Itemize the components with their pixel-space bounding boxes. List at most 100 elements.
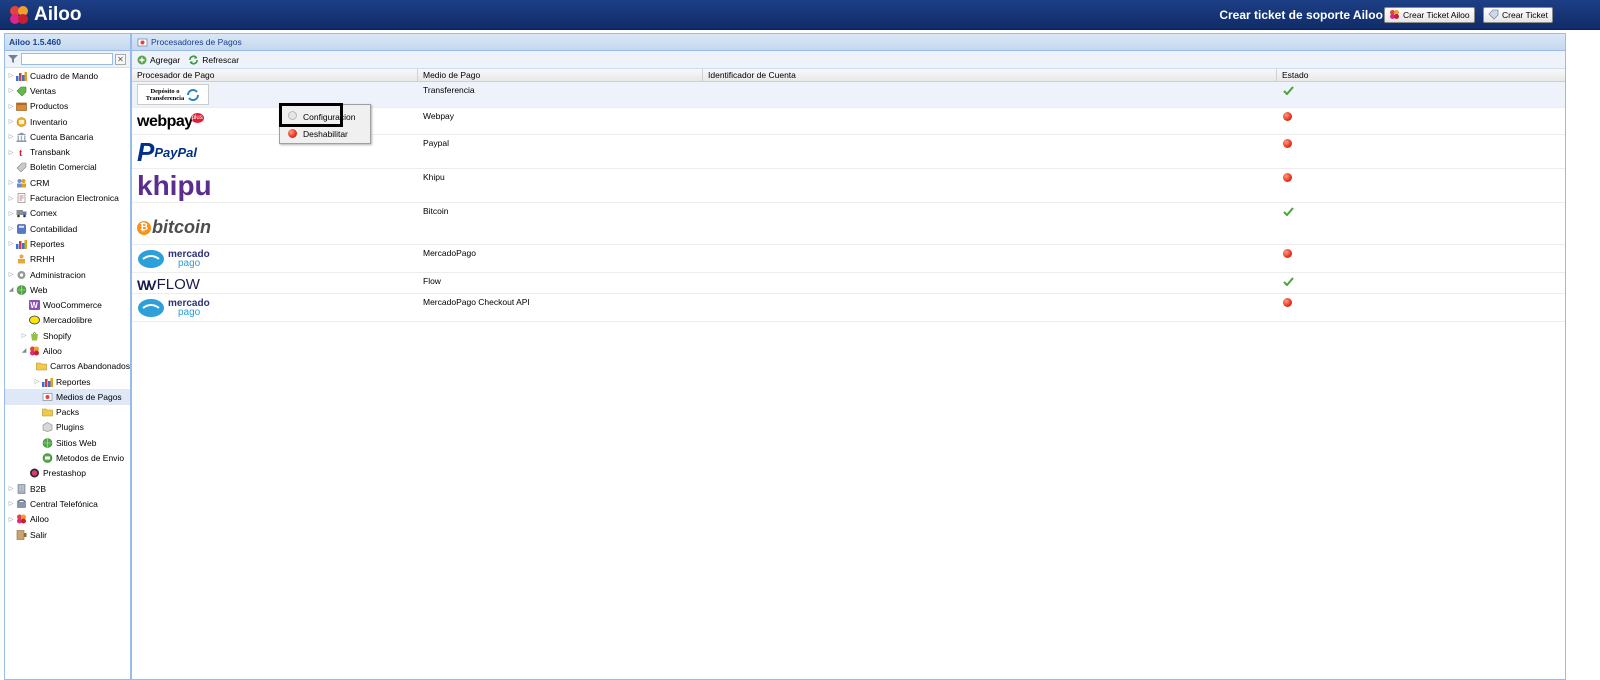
sidebar-item[interactable]: Mercadolibre bbox=[5, 313, 130, 328]
chart-icon bbox=[41, 376, 53, 387]
logo-text: pago bbox=[178, 307, 201, 318]
sidebar-item[interactable]: Packs bbox=[5, 405, 130, 420]
expand-arrow-icon[interactable]: ▷ bbox=[7, 485, 15, 492]
sidebar-item[interactable]: ▷ Reportes bbox=[5, 236, 130, 251]
expand-arrow-icon[interactable]: ▷ bbox=[7, 118, 15, 125]
support-title: Crear ticket de soporte Ailoo ☛ bbox=[1219, 8, 1397, 22]
logo-text: Transferencia bbox=[145, 94, 185, 102]
create-ticket-ailoo-button[interactable]: Crear Ticket Ailoo bbox=[1384, 7, 1475, 23]
column-header-status[interactable]: Estado bbox=[1277, 69, 1565, 82]
table-row[interactable]: mercado pago MercadoPago bbox=[132, 245, 1565, 273]
sidebar-item[interactable]: ▷ Cuadro de Mando bbox=[5, 68, 130, 83]
table-row[interactable]: ₿ bitcoin Bitcoin bbox=[132, 203, 1565, 245]
table-row[interactable]: khipu Khipu bbox=[132, 169, 1565, 203]
menu-item-deshabilitar[interactable]: Deshabilitar bbox=[281, 126, 369, 141]
sidebar-item-label: Ventas bbox=[30, 85, 56, 96]
add-button[interactable]: Agregar bbox=[137, 55, 180, 65]
table-row[interactable]: WV FLOW Flow bbox=[132, 273, 1565, 294]
sidebar-item-label: Reportes bbox=[56, 376, 91, 387]
sidebar-item-label: Ailoo bbox=[30, 514, 49, 525]
payment-method-cell: Khipu bbox=[423, 172, 445, 182]
sidebar-item[interactable]: ▷ Ailoo bbox=[5, 512, 130, 527]
expand-arrow-icon[interactable]: ▷ bbox=[7, 72, 15, 79]
sidebar-item[interactable]: ▷ Comex bbox=[5, 206, 130, 221]
collapse-arrow-icon[interactable]: ◢ bbox=[20, 347, 28, 354]
table-row[interactable]: mercado pago MercadoPago Checkout API bbox=[132, 294, 1565, 322]
disable-icon bbox=[288, 129, 297, 138]
sidebar-item[interactable]: ▷ Contabilidad bbox=[5, 221, 130, 236]
sidebar-item[interactable]: ▷ Central Telefónica bbox=[5, 496, 130, 511]
sidebar-item[interactable]: Sitios Web bbox=[5, 435, 130, 450]
sidebar-item-label: B2B bbox=[30, 483, 47, 494]
sidebar-item[interactable]: Boletin Comercial bbox=[5, 160, 130, 175]
sidebar-filter-input[interactable] bbox=[21, 53, 113, 65]
sidebar-item[interactable]: ▷ Inventario bbox=[5, 114, 130, 129]
sidebar-item-label: WooCommerce bbox=[43, 300, 102, 311]
sidebar-item[interactable]: Salir bbox=[5, 527, 130, 542]
expand-arrow-icon[interactable]: ▷ bbox=[7, 87, 15, 94]
ailoo-logo[interactable]: Ailoo bbox=[8, 3, 82, 27]
sidebar-item-label: Carros Abandonados bbox=[50, 361, 130, 372]
column-header-payment-method[interactable]: Medio de Pago bbox=[418, 69, 703, 82]
expand-arrow-icon[interactable]: ▷ bbox=[7, 103, 15, 110]
sidebar-item[interactable]: ▷ Productos bbox=[5, 99, 130, 114]
refresh-button[interactable]: Refrescar bbox=[188, 55, 239, 65]
sidebar-item[interactable]: ◢ Web bbox=[5, 282, 130, 297]
sidebar-item-label: Salir bbox=[30, 529, 48, 540]
sidebar-item[interactable]: Prestashop bbox=[5, 466, 130, 481]
expand-arrow-icon[interactable]: ▷ bbox=[7, 179, 15, 186]
sidebar-item-label: Metodos de Envio bbox=[56, 453, 125, 464]
sidebar-item[interactable]: ▷ Shopify bbox=[5, 328, 130, 343]
expand-arrow-icon[interactable]: ▷ bbox=[7, 240, 15, 247]
sidebar-item[interactable]: RRHH bbox=[5, 252, 130, 267]
column-header-processor[interactable]: Procesador de Pago bbox=[132, 69, 418, 82]
column-header-account-id[interactable]: Identificador de Cuenta bbox=[703, 69, 1277, 82]
sidebar-item[interactable]: ▷ t Transbank bbox=[5, 144, 130, 159]
expand-arrow-icon[interactable]: ▷ bbox=[7, 195, 15, 202]
expand-arrow-icon[interactable]: ▷ bbox=[7, 271, 15, 278]
sidebar-item[interactable]: ▷ Reportes bbox=[5, 374, 130, 389]
disabled-status-icon bbox=[1283, 249, 1292, 258]
logo-text: khipu bbox=[137, 170, 212, 201]
sidebar-item[interactable]: ▷ Facturacion Electronica bbox=[5, 190, 130, 205]
sidebar-item[interactable]: ▷ Administracion bbox=[5, 267, 130, 282]
sidebar-item[interactable]: ▷ Cuenta Bancaria bbox=[5, 129, 130, 144]
paypal-logo: P PayPal bbox=[137, 137, 197, 167]
filter-clear-icon[interactable]: ✕ bbox=[115, 53, 126, 65]
sidebar-item[interactable]: ▷ B2B bbox=[5, 481, 130, 496]
sidebar-item-label: Boletin Comercial bbox=[30, 162, 97, 173]
svg-text:t: t bbox=[19, 148, 23, 157]
expand-arrow-icon[interactable]: ▷ bbox=[7, 225, 15, 232]
globe-icon bbox=[41, 437, 53, 448]
expand-arrow-icon[interactable]: ▷ bbox=[7, 516, 15, 523]
payment-method-cell: Flow bbox=[423, 276, 441, 286]
collapse-arrow-icon[interactable]: ◢ bbox=[7, 286, 15, 293]
bitcoin-logo: ₿ bitcoin bbox=[137, 205, 211, 238]
logo-text: bitcoin bbox=[152, 217, 211, 237]
label-icon bbox=[15, 162, 27, 173]
filter-icon[interactable] bbox=[8, 54, 18, 64]
sidebar-item[interactable]: Metodos de Envio bbox=[5, 450, 130, 465]
create-ticket-button[interactable]: Crear Ticket bbox=[1483, 7, 1553, 23]
sidebar-item[interactable]: ◢ Ailoo bbox=[5, 343, 130, 358]
expand-arrow-icon[interactable]: ▷ bbox=[7, 133, 15, 140]
sidebar-item[interactable]: ▷ CRM bbox=[5, 175, 130, 190]
top-bar: Ailoo Crear ticket de soporte Ailoo ☛ Cr… bbox=[0, 0, 1600, 30]
mercadopago-logo: mercado pago bbox=[137, 247, 210, 269]
payment-method-cell: MercadoPago Checkout API bbox=[423, 297, 530, 307]
sidebar-item[interactable]: W WooCommerce bbox=[5, 297, 130, 312]
webpay-logo: webpay plus bbox=[137, 110, 204, 131]
sidebar: Ailoo 1.5.460 ✕ ▷ Cuadro de Mando ▷ Ventas ▷… bbox=[4, 33, 131, 680]
expand-arrow-icon[interactable]: ▷ bbox=[7, 149, 15, 156]
check-icon bbox=[1283, 277, 1294, 288]
sidebar-item[interactable]: ▷ Ventas bbox=[5, 83, 130, 98]
sidebar-item[interactable]: Carros Abandonados bbox=[5, 359, 130, 374]
sidebar-item[interactable]: Plugins bbox=[5, 420, 130, 435]
expand-arrow-icon[interactable]: ▷ bbox=[20, 332, 28, 339]
sidebar-item-label: RRHH bbox=[30, 254, 55, 265]
logo-text: Depósito o bbox=[150, 87, 180, 95]
expand-arrow-icon[interactable]: ▷ bbox=[33, 378, 41, 385]
expand-arrow-icon[interactable]: ▷ bbox=[7, 210, 15, 217]
sidebar-item[interactable]: Medios de Pagos bbox=[5, 389, 130, 405]
expand-arrow-icon[interactable]: ▷ bbox=[7, 500, 15, 507]
